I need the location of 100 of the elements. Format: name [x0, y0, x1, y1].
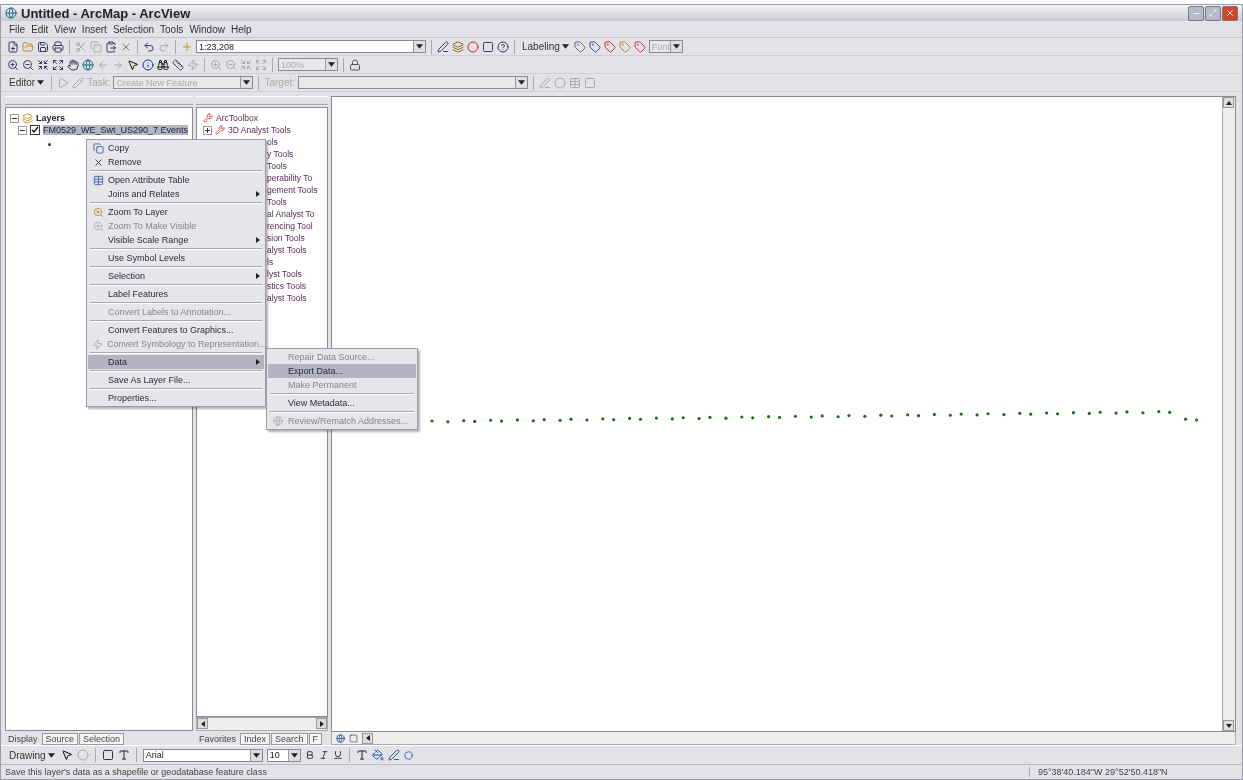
- menu-item[interactable]: Edit: [31, 23, 49, 35]
- hand-icon[interactable]: [67, 58, 79, 71]
- tree-item[interactable]: lyst Tools: [267, 269, 302, 279]
- tree-item[interactable]: perability To: [267, 173, 313, 183]
- tab[interactable]: F: [308, 733, 323, 745]
- menu-item[interactable]: Joins and Relates: [88, 187, 264, 201]
- tree-item[interactable]: ls: [267, 257, 274, 267]
- scale-field[interactable]: 1:23,208: [196, 40, 426, 53]
- line-color-icon[interactable]: [387, 749, 400, 761]
- tree-item[interactable]: Tools: [267, 161, 287, 171]
- drawing-menu[interactable]: Drawing: [7, 749, 57, 761]
- clipboard-icon[interactable]: [105, 40, 117, 53]
- save-icon[interactable]: [37, 40, 49, 53]
- tab[interactable]: Favorites: [196, 733, 239, 745]
- tree-item[interactable]: gement Tools: [267, 185, 318, 195]
- window-icon[interactable]: [482, 40, 494, 53]
- tree-item[interactable]: rencing Tool: [267, 221, 313, 231]
- menu-item[interactable]: Convert Features to Graphics...: [88, 323, 264, 337]
- tree-item[interactable]: 3D Analyst Tools: [228, 125, 291, 135]
- menu-item[interactable]: Export Data...: [268, 364, 416, 378]
- new-file-icon[interactable]: [7, 40, 19, 53]
- dropdown-button[interactable]: [515, 77, 528, 88]
- menu-item[interactable]: Help: [230, 23, 252, 35]
- globe-icon[interactable]: [336, 733, 345, 743]
- restore-button[interactable]: [1205, 5, 1221, 21]
- ruler-icon[interactable]: [172, 58, 184, 71]
- tab[interactable]: Selection: [79, 733, 125, 745]
- info-icon[interactable]: [142, 58, 154, 71]
- fill-color-icon[interactable]: [371, 749, 384, 761]
- scrollbar[interactable]: [1222, 97, 1235, 731]
- print-icon[interactable]: [52, 40, 64, 53]
- menu-item[interactable]: Insert: [81, 23, 107, 35]
- dropdown-button[interactable]: [287, 749, 300, 761]
- tree-item[interactable]: alyst Tools: [267, 293, 307, 303]
- menu-item[interactable]: Use Symbol Levels: [88, 251, 264, 265]
- menu-item[interactable]: Zoom To Layer: [88, 205, 264, 219]
- dropdown-button[interactable]: [249, 749, 262, 761]
- italic-icon[interactable]: [318, 750, 329, 760]
- font-name-field[interactable]: Arial: [142, 748, 263, 762]
- page-icon[interactable]: [349, 733, 358, 743]
- tree-item[interactable]: FM0529_WE_Swt_US290_7 Events: [43, 125, 189, 135]
- menu-item[interactable]: Visible Scale Range: [88, 233, 264, 247]
- tab[interactable]: Display: [5, 733, 41, 745]
- menu-item[interactable]: Remove: [88, 155, 264, 169]
- menu-item[interactable]: Properties...: [88, 391, 264, 405]
- text-icon[interactable]: [117, 749, 130, 761]
- pen-icon[interactable]: [437, 40, 449, 53]
- dropdown-button[interactable]: [413, 41, 425, 52]
- label-icon[interactable]: [588, 40, 601, 53]
- checkbox[interactable]: [30, 125, 40, 135]
- menu-item[interactable]: View Metadata...: [268, 396, 416, 410]
- tree-item[interactable]: Tools: [267, 197, 287, 207]
- tree-item[interactable]: ols: [267, 137, 278, 147]
- scrollbar[interactable]: [331, 732, 1236, 745]
- labeling-menu[interactable]: Labeling: [520, 41, 571, 52]
- target-field[interactable]: [298, 76, 529, 89]
- close-button[interactable]: [1222, 5, 1238, 21]
- tree-item[interactable]: Layers: [36, 113, 66, 123]
- menu-item[interactable]: Save As Layer File...: [88, 373, 264, 387]
- collapse-toggle[interactable]: [10, 113, 19, 123]
- dropdown-button[interactable]: [240, 77, 253, 88]
- font-color-icon[interactable]: [355, 749, 368, 761]
- tree-item[interactable]: al Analyst To: [267, 209, 315, 219]
- globe-icon[interactable]: [82, 58, 94, 71]
- expand-toggle[interactable]: [203, 125, 212, 135]
- layers-icon[interactable]: [452, 40, 464, 53]
- collapse-toggle[interactable]: [18, 125, 27, 135]
- tab[interactable]: Search: [271, 733, 308, 745]
- tree-item[interactable]: ArcToolbox: [216, 113, 259, 123]
- tab[interactable]: Source: [41, 733, 79, 745]
- tree-item[interactable]: sion Tools: [267, 233, 305, 243]
- menu-item[interactable]: File: [9, 23, 26, 35]
- help-icon[interactable]: [497, 40, 509, 53]
- undo-icon[interactable]: [143, 40, 155, 53]
- menu-item[interactable]: Selection: [112, 23, 154, 35]
- tree-item[interactable]: y Tools: [267, 149, 294, 159]
- marker-color-icon[interactable]: [403, 750, 413, 760]
- menu-item[interactable]: Label Features: [88, 287, 264, 301]
- rectangle-icon[interactable]: [101, 749, 114, 761]
- menu-item[interactable]: Open Attribute Table: [88, 173, 264, 187]
- bold-icon[interactable]: [304, 750, 315, 760]
- menu-item[interactable]: Window: [189, 23, 225, 35]
- label-icon[interactable]: [603, 40, 616, 53]
- zoom-out-icon[interactable]: [22, 58, 34, 71]
- menu-item[interactable]: Selection: [88, 269, 264, 283]
- pointer-icon[interactable]: [60, 749, 73, 761]
- binoculars-icon[interactable]: [157, 58, 169, 71]
- minimize-button[interactable]: [1188, 5, 1204, 21]
- label-icon[interactable]: [573, 40, 586, 53]
- tab[interactable]: Index: [240, 733, 271, 745]
- shrink-icon[interactable]: [37, 58, 49, 71]
- label-icon[interactable]: [633, 40, 646, 53]
- font-size-field[interactable]: 10: [266, 748, 301, 762]
- tree-item[interactable]: alyst Tools: [267, 245, 307, 255]
- underline-icon[interactable]: [332, 750, 343, 760]
- menu-item[interactable]: Copy: [88, 141, 264, 155]
- zoom-in-icon[interactable]: [7, 58, 19, 71]
- menu-item[interactable]: View: [54, 23, 76, 35]
- expand-icon[interactable]: [52, 58, 64, 71]
- pointer-icon[interactable]: [127, 58, 139, 71]
